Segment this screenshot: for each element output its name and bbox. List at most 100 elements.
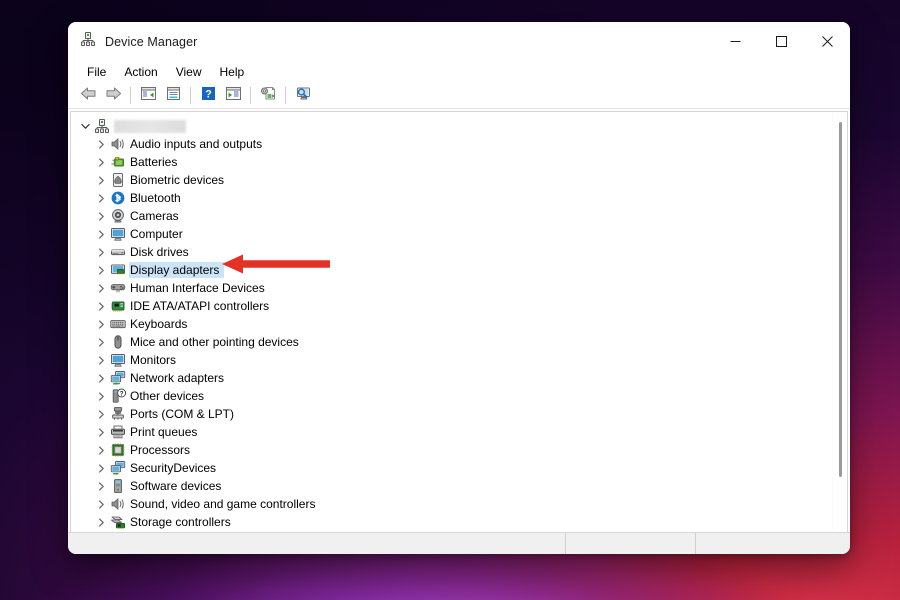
tree-item-bluetooth[interactable]: Bluetooth (71, 189, 847, 207)
tree-item-audio-inputs-and-outputs[interactable]: Audio inputs and outputs (71, 135, 847, 153)
maximize-button[interactable] (758, 22, 804, 61)
update-driver-button[interactable] (256, 85, 280, 107)
close-button[interactable] (804, 22, 850, 61)
tree-item-ide-ata-atapi-controllers[interactable]: IDE ATA/ATAPI controllers (71, 297, 847, 315)
window-title: Device Manager (105, 35, 197, 49)
chevron-right-icon[interactable] (93, 207, 109, 225)
chevron-down-icon[interactable] (77, 117, 93, 135)
device-tree[interactable]: Audio inputs and outputs Batteries Biome… (71, 112, 847, 532)
menu-item-action[interactable]: Action (115, 64, 166, 80)
hid-icon (109, 279, 127, 297)
tree-item-label: Cameras (130, 209, 183, 223)
tree-item-label: Display adapters (130, 263, 223, 277)
chevron-right-icon[interactable] (93, 243, 109, 261)
properties-icon (165, 86, 182, 106)
chevron-right-icon[interactable] (93, 153, 109, 171)
toolbar-separator (130, 87, 131, 104)
chevron-right-icon[interactable] (93, 297, 109, 315)
tree-item-monitors[interactable]: Monitors (71, 351, 847, 369)
ide-controller-icon (109, 297, 127, 315)
tree-item-label: Ports (COM & LPT) (130, 407, 238, 421)
chevron-right-icon[interactable] (93, 477, 109, 495)
tree-item-human-interface-devices[interactable]: Human Interface Devices (71, 279, 847, 297)
tree-item-print-queues[interactable]: Print queues (71, 423, 847, 441)
tree-item-label: Software devices (130, 479, 225, 493)
tree-item-software-devices[interactable]: Software devices (71, 477, 847, 495)
title-bar-left: Device Manager (68, 31, 197, 52)
tree-root-node[interactable] (71, 117, 847, 135)
bluetooth-icon (109, 189, 127, 207)
window-controls (712, 22, 850, 61)
chevron-right-icon[interactable] (93, 315, 109, 333)
chevron-right-icon[interactable] (93, 405, 109, 423)
tree-item-network-adapters[interactable]: Network adapters (71, 369, 847, 387)
back-button[interactable] (76, 85, 100, 107)
network-adapter-icon (109, 369, 127, 387)
chevron-right-icon[interactable] (93, 279, 109, 297)
update-driver-icon (260, 86, 277, 106)
chevron-right-icon[interactable] (93, 351, 109, 369)
chevron-right-icon[interactable] (93, 369, 109, 387)
forward-button[interactable] (101, 85, 125, 107)
printer-icon (109, 423, 127, 441)
properties-button[interactable] (161, 85, 185, 107)
tree-item-cameras[interactable]: Cameras (71, 207, 847, 225)
software-device-icon (109, 477, 127, 495)
tree-item-sound-video-and-game-controllers[interactable]: Sound, video and game controllers (71, 495, 847, 513)
tree-item-display-adapters[interactable]: Display adapters (71, 261, 847, 279)
tree-item-keyboards[interactable]: Keyboards (71, 315, 847, 333)
forward-arrow-icon (105, 86, 122, 106)
minimize-button[interactable] (712, 22, 758, 61)
menu-item-help[interactable]: Help (211, 64, 254, 80)
tree-item-securitydevices[interactable]: SecurityDevices (71, 459, 847, 477)
tree-item-biometric-devices[interactable]: Biometric devices (71, 171, 847, 189)
tree-item-other-devices[interactable]: ? Other devices (71, 387, 847, 405)
security-device-icon (109, 459, 127, 477)
chevron-right-icon[interactable] (93, 261, 109, 279)
mouse-icon (109, 333, 127, 351)
scan-for-hardware-changes-button[interactable] (291, 85, 315, 107)
tree-item-label: Audio inputs and outputs (130, 137, 266, 151)
keyboard-icon (109, 315, 127, 333)
display-adapter-icon (109, 261, 127, 279)
chevron-right-icon[interactable] (93, 495, 109, 513)
chevron-right-icon[interactable] (93, 387, 109, 405)
tree-item-label: Computer (130, 227, 187, 241)
show-hide-action-pane-button[interactable] (221, 85, 245, 107)
battery-icon (109, 153, 127, 171)
title-bar[interactable]: Device Manager (68, 22, 850, 61)
chevron-right-icon[interactable] (93, 333, 109, 351)
tree-item-storage-controllers[interactable]: Storage controllers (71, 513, 847, 531)
menu-item-view[interactable]: View (167, 64, 211, 80)
chevron-right-icon[interactable] (93, 513, 109, 531)
tree-item-label: Processors (130, 443, 194, 457)
chevron-right-icon[interactable] (93, 189, 109, 207)
svg-text:?: ? (205, 88, 212, 100)
menu-item-file[interactable]: File (78, 64, 115, 80)
scrollbar-thumb[interactable] (839, 122, 842, 477)
chevron-right-icon[interactable] (93, 441, 109, 459)
show-hide-action-pane-icon (225, 86, 242, 106)
svg-text:?: ? (120, 391, 124, 398)
chevron-right-icon[interactable] (93, 459, 109, 477)
show-hide-console-tree-button[interactable] (136, 85, 160, 107)
vertical-scrollbar[interactable] (832, 112, 847, 532)
computer-name-redacted (114, 120, 186, 133)
help-button[interactable]: ? (196, 85, 220, 107)
chevron-right-icon[interactable] (93, 135, 109, 153)
tree-item-label: Biometric devices (130, 173, 228, 187)
scan-for-hardware-changes-icon (295, 86, 312, 106)
tree-item-computer[interactable]: Computer (71, 225, 847, 243)
tree-item-label: Disk drives (130, 245, 193, 259)
tree-item-batteries[interactable]: Batteries (71, 153, 847, 171)
tree-item-processors[interactable]: Processors (71, 441, 847, 459)
tree-item-label: Sound, video and game controllers (130, 497, 319, 511)
tree-item-disk-drives[interactable]: Disk drives (71, 243, 847, 261)
tree-item-mice-and-other-pointing-devices[interactable]: Mice and other pointing devices (71, 333, 847, 351)
tree-item-ports-com-lpt[interactable]: Ports (COM & LPT) (71, 405, 847, 423)
port-icon (109, 405, 127, 423)
chevron-right-icon[interactable] (93, 171, 109, 189)
chevron-right-icon[interactable] (93, 225, 109, 243)
tree-item-label: SecurityDevices (130, 461, 220, 475)
chevron-right-icon[interactable] (93, 423, 109, 441)
